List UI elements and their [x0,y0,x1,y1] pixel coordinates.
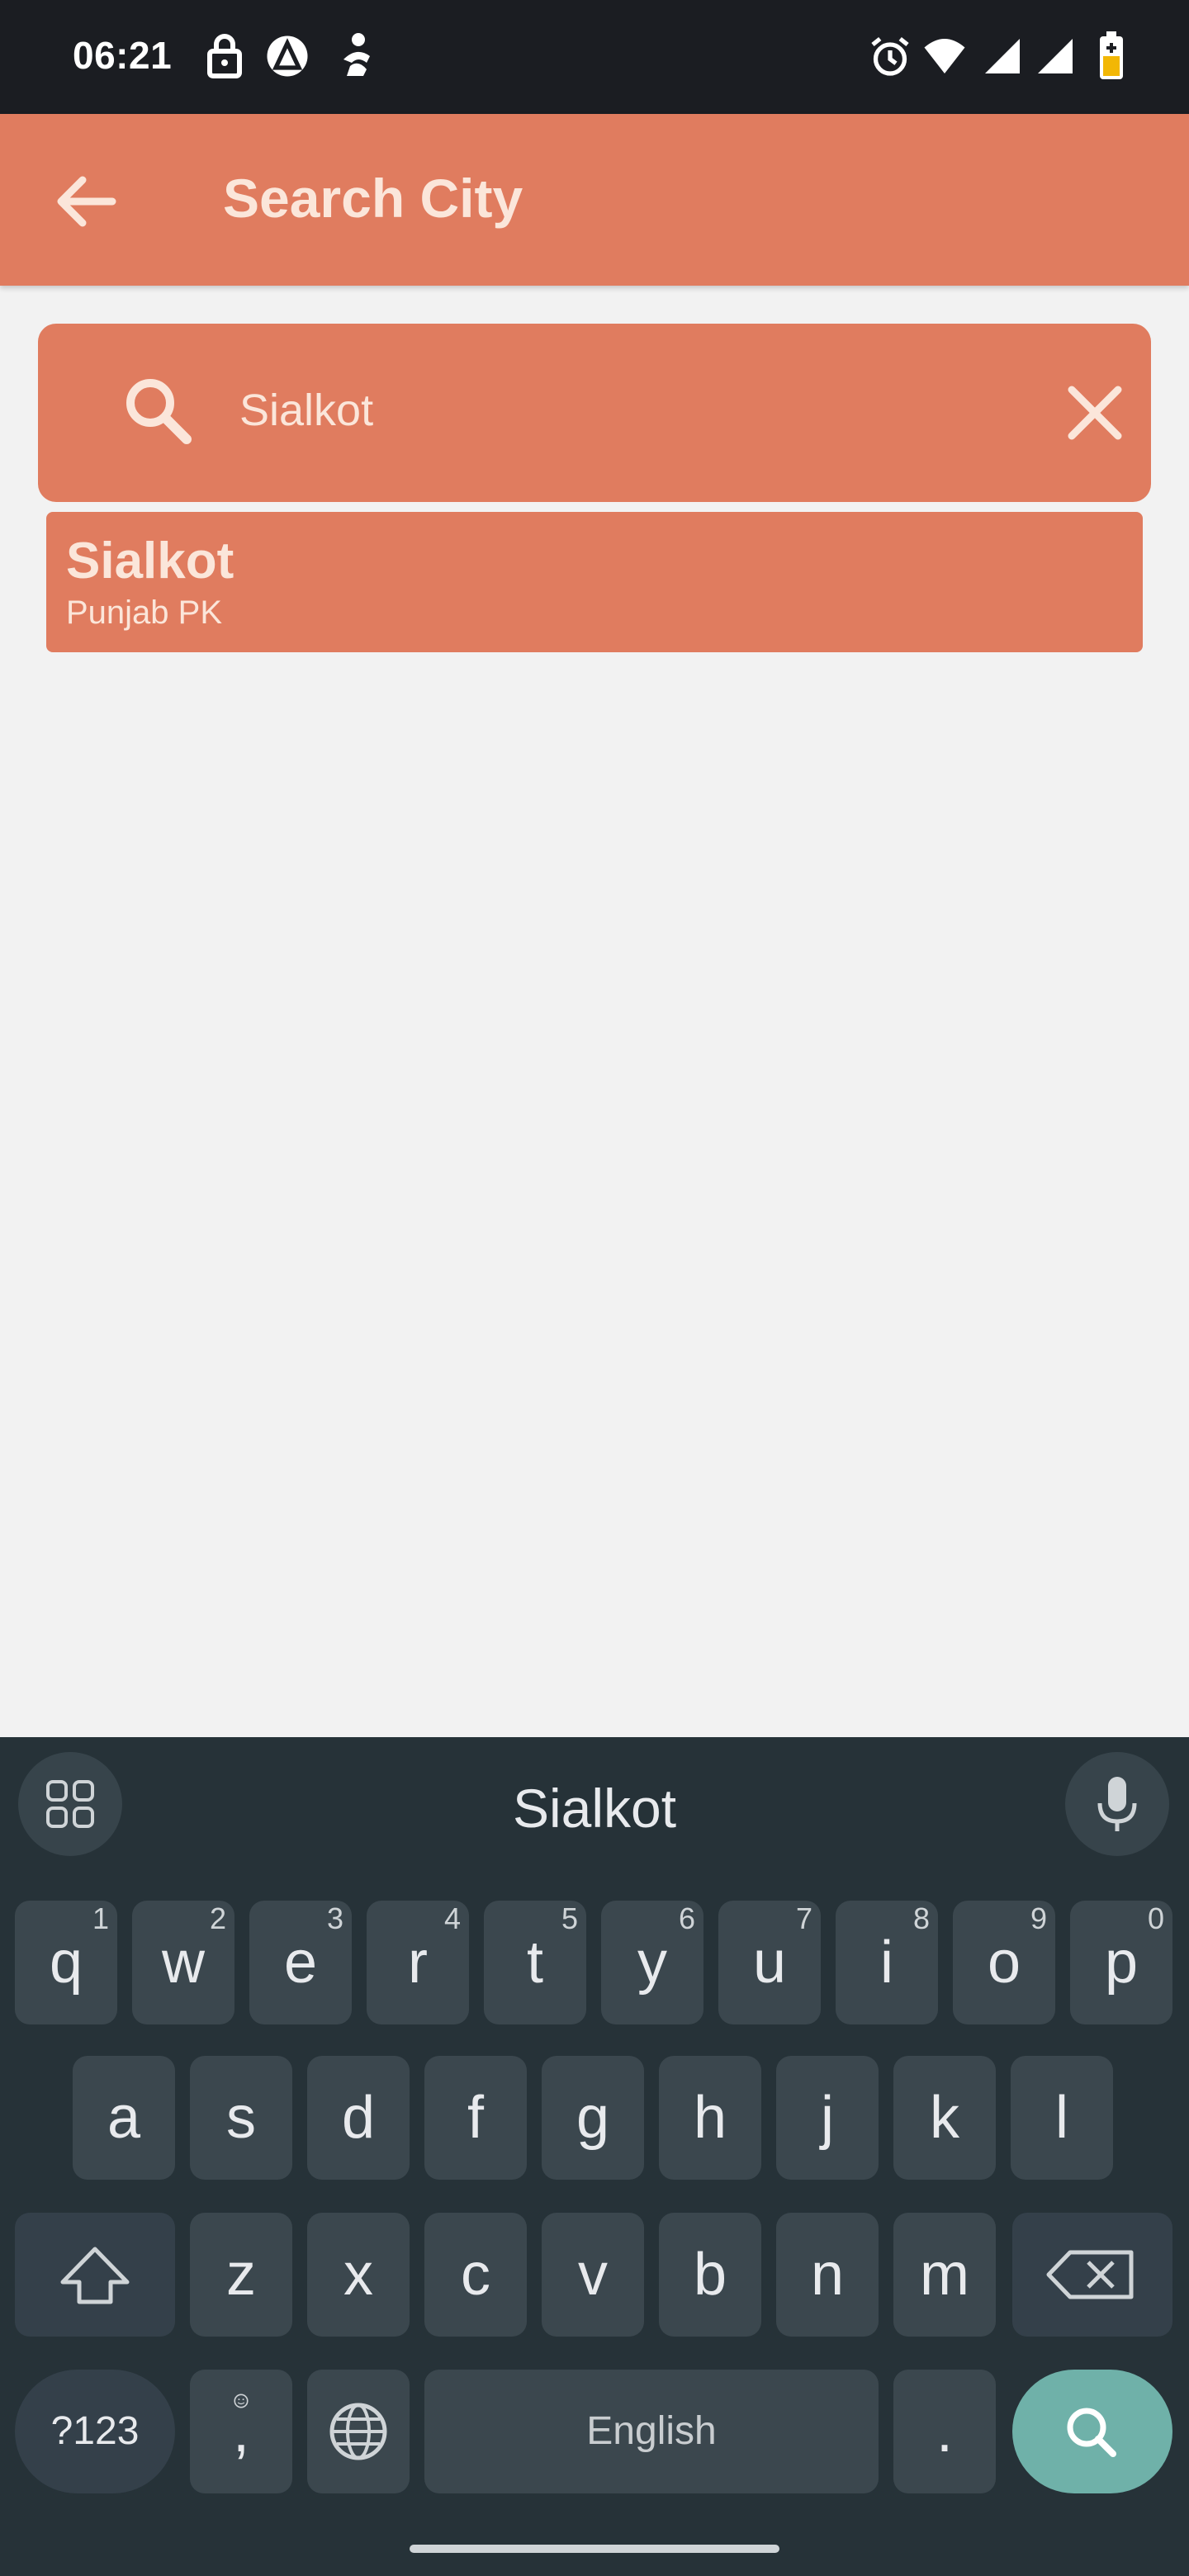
key-l[interactable]: l [1011,2056,1113,2180]
globe-icon [329,2403,387,2460]
period-key[interactable]: . [893,2370,996,2493]
key-r[interactable]: r4 [367,1901,469,2024]
symbols-key[interactable]: ?123 [15,2370,175,2493]
key-c[interactable]: c [424,2213,527,2337]
gesture-nav-handle[interactable] [410,2545,779,2553]
key-x[interactable]: x [307,2213,410,2337]
keyboard-suggestion[interactable]: Sialkot [0,1777,1189,1840]
accessibility-icon [343,33,370,76]
emoji-comma-key[interactable]: , [190,2370,292,2493]
alarm-icon [871,36,909,76]
key-e[interactable]: e3 [249,1901,352,2024]
key-q[interactable]: q1 [15,1901,117,2024]
microphone-icon [1097,1777,1137,1831]
app-bar: Search City [0,114,1189,286]
backspace-key[interactable] [1012,2213,1172,2337]
page-title: Search City [223,168,523,229]
key-o[interactable]: o9 [953,1901,1055,2024]
app-notification-icon [267,36,308,77]
key-k[interactable]: k [893,2056,996,2180]
list-item[interactable]: Sialkot Punjab PK [46,512,1143,652]
battery-charging-icon [1100,31,1123,79]
voice-input-button[interactable] [1065,1752,1169,1856]
search-icon [126,379,192,444]
shift-key[interactable] [15,2213,175,2337]
close-icon[interactable] [1062,380,1128,446]
lock-icon [207,34,242,78]
language-key[interactable] [307,2370,410,2493]
search-input[interactable]: Sialkot [239,385,373,436]
key-z[interactable]: z [190,2213,292,2337]
key-y[interactable]: y6 [601,1901,703,2024]
key-w[interactable]: w2 [132,1901,234,2024]
key-g[interactable]: g [542,2056,644,2180]
key-t[interactable]: t5 [484,1901,586,2024]
on-screen-keyboard: Sialkot q1 w2 e3 r4 t5 y6 u7 i8 o9 p0 a … [0,1737,1189,2576]
key-m[interactable]: m [893,2213,996,2337]
status-time: 06:21 [73,34,173,77]
backspace-icon [1046,2250,1134,2299]
key-s[interactable]: s [190,2056,292,2180]
key-n[interactable]: n [776,2213,879,2337]
result-city: Sialkot [66,533,234,590]
signal-icon [1038,39,1073,73]
key-j[interactable]: j [776,2056,879,2180]
key-v[interactable]: v [542,2213,644,2337]
search-action-key[interactable] [1012,2370,1172,2493]
key-a[interactable]: a [73,2056,175,2180]
wifi-icon [924,39,965,73]
key-h[interactable]: h [659,2056,761,2180]
key-f[interactable]: f [424,2056,527,2180]
comma-label: , [232,2398,249,2465]
result-region: Punjab PK [66,594,223,631]
space-key[interactable]: English [424,2370,879,2493]
key-i[interactable]: i8 [836,1901,938,2024]
key-d[interactable]: d [307,2056,410,2180]
signal-icon [985,39,1020,73]
status-bar: 06:21 [0,0,1189,114]
search-bar[interactable]: Sialkot [38,324,1151,502]
search-icon [1067,2408,1116,2457]
key-u[interactable]: u7 [718,1901,821,2024]
arrow-back-icon[interactable] [46,162,126,241]
shift-icon [60,2247,130,2304]
key-b[interactable]: b [659,2213,761,2337]
key-p[interactable]: p0 [1070,1901,1172,2024]
